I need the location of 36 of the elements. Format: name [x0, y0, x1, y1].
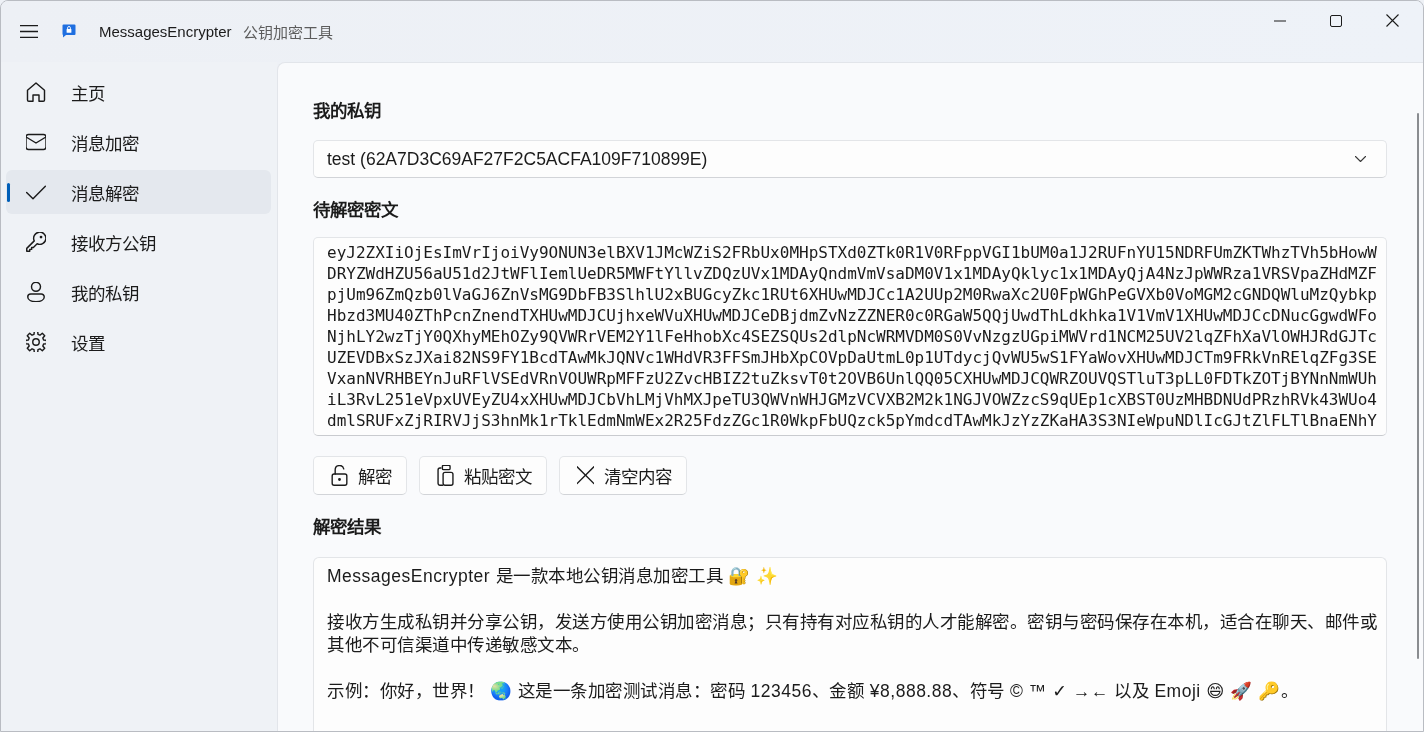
result-paragraph: 接收方生成私钥并分享公钥，发送方使用公钥加密消息；只有持有对应私钥的人才能解密。密钥与密码保存在本机，适合在聊天、邮件或其他不可信渠道中传递敏感文本。 [327, 611, 1378, 657]
nav-item[interactable]: 消息解密 [6, 170, 271, 214]
clipboard-icon [437, 465, 454, 486]
scrollbar-thumb[interactable] [1417, 113, 1419, 659]
nav-item[interactable]: 设置 [6, 320, 271, 364]
section-heading: 解密结果 [313, 516, 382, 539]
gear-icon [26, 332, 46, 352]
nav-item[interactable]: 消息加密 [6, 120, 271, 164]
nav-item[interactable]: 我的私钥 [6, 270, 271, 314]
app-subtitle: 公钥加密工具 [242, 23, 333, 42]
x-icon [577, 465, 594, 486]
result-paragraph: MessagesEncrypter 是一款本地公钥消息加密工具 🔐 ✨ [327, 565, 780, 588]
nav-item[interactable]: 主页 [6, 70, 271, 114]
maximize-icon[interactable] [1330, 14, 1342, 27]
result-text-area[interactable]: MessagesEncrypter 是一款本地公钥消息加密工具 🔐 ✨ 接收方生成私钥并分享公钥，发送方使用公钥加密消息；只有持有对应私钥的人才能解密。密钥与密码保存在本机，适合在聊天、邮件或其他不可信渠道中传递敏感文本。 示例：你好，世界！ 🌏 这是一条加密测试消息：密码 123456、金额 ¥8,888.88、符号 © ™ ✓ →← 以及 Emoji 😄 🚀 🔑。 [313, 557, 1387, 731]
nav-item[interactable]: 接收方公钥 [6, 220, 271, 264]
decrypt-button[interactable]: 解密 [313, 456, 407, 495]
close-icon[interactable] [1385, 14, 1399, 27]
app-title: MessagesEncrypter [99, 23, 232, 40]
minimize-icon[interactable] [1274, 19, 1286, 22]
selection-indicator [7, 183, 10, 202]
unlock-icon [331, 465, 348, 486]
section-heading: 待解密密文 [313, 199, 400, 222]
menu-icon[interactable] [20, 25, 38, 38]
envelope-icon [26, 132, 46, 152]
chevron-down-icon [1355, 156, 1366, 162]
ciphertext-field[interactable]: eyJ2ZXIiOjEsImVrIjoiVy9ONUN3elBXV1JMcWZiS2FRbUx0MHpSTXd0ZTk0R1V0RFppVGI1bUM0a1J2RUFnYU15NDRFUmZKTWhzTVh5bHowWDRYZWdHZU56aU51d2JtWFlIemlUeDR5MWFtYllvZDQzUVx1MDAyQndmVmVsaDM0V1x1MDAyQklyc1x1MDAyQjA4NzJpWWRza1VRSVpaZHdMZFpjUm96ZmQzb0lVaGJ6ZnVsMG9DbFB3SlhlU2xBUGcyZkc1RUt6XHUwMDJCc1A2UUp2M0RwaXc2U0FpWGhPeGVXb0VoMGM2cGNDQWluMzQybkpHbzd3MU40ZThPcnZnendTXHUwMDJCUjhxeWVuXHUwMDJCeDBjdmZvNzZZNER0c0RGaW5QQjUwdThLdkhka1V1VmV1XHUwMDJCcDNucGgwdWFoNjhLY2wzTjY0QXhyMEhOZy9QVWRrVEM2Y1lFeHhobXc4SEZSQUs2dlpNcWRMVDM0S0VvNzgzUGpiMWVrd1NCM25UV2lqZFhXaVlOWHJRdGJTcUZEVDBxSzJXai82NS9FY1BcdTAwMkJQNVc1WHdVR3FFSmJHbXpCOVpDaUtmL0p1UTdycjQvWU5wS1FYaWovXHUwMDJCTm9FRkVnRElqZFg3SEVxanNVRHBEYnJuRFlVSEdVRnVOUWRpMFFzU2ZvcHBIZ2tuZksvT0t2OVB6UnlQQ05CXHUwMDJCQWRZOUVQSTluT3pLL0FDTkZOTjBYNnNmWUhiL3RvL251eVpxUVEyZU4xXHUwMDJCbVhLMjVhMXJpeTU3QWVnWHJGMzVCVXB2M2k1NGJVOWZzcS9qUEp1cXBST0UzMHBDNUdPRzhRVk43WUo4dmlSRUFxZjRIRVJjS3hnMk1rTklEdmNmWEx2R25FdzZGc1R0WkpFbUQzck5pYmdcdTAwMkJzYzZKaHA3S3NIeWpuNDlIcGJtZlFLTlBnaENhY [313, 237, 1387, 436]
result-paragraph: 示例：你好，世界！ 🌏 这是一条加密测试消息：密码 123456、金额 ¥8,888.88、符号 © ™ ✓ →← 以及 Emoji 😄 🚀 🔑。 [327, 680, 1299, 703]
paste-button[interactable]: 粘贴密文 [419, 456, 547, 495]
person-icon [26, 282, 46, 302]
key-dropdown[interactable]: test (62A7D3C69AF27F2C5ACFA109F710899E) [313, 140, 1387, 178]
section-heading: 我的私钥 [313, 100, 382, 123]
lock-bubble-icon [62, 23, 76, 38]
key-icon [26, 232, 46, 252]
home-icon [26, 82, 46, 102]
clear-button[interactable]: 清空内容 [559, 456, 687, 495]
